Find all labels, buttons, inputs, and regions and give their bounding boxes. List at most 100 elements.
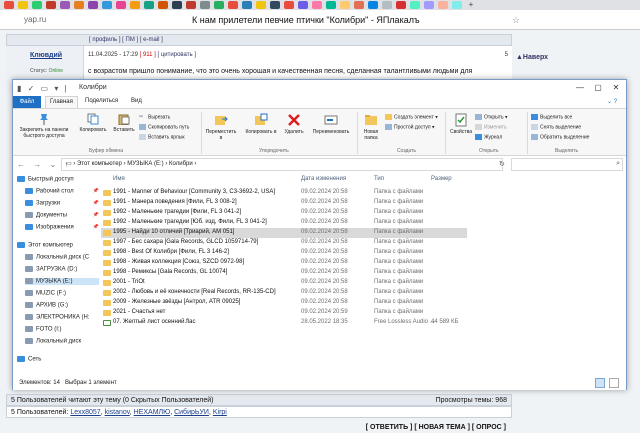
nav-item[interactable]: Изображения 📌: [25, 224, 99, 231]
file-row[interactable]: 2021 - Счастья нет 09.02.2024 20:59 Папка …: [101, 308, 467, 318]
browser-tab[interactable]: [256, 1, 266, 9]
path-breadcrumb[interactable]: ▭ › Этот компьютер › МУЗЫКА (E:) › Колиб…: [61, 158, 503, 171]
nav-item[interactable]: Быстрый доступ: [17, 176, 99, 183]
browser-tab[interactable]: [144, 1, 154, 9]
browser-tab[interactable]: [158, 1, 168, 9]
tab-home[interactable]: Главная: [45, 96, 78, 108]
rename-button[interactable]: Переименовать: [307, 113, 355, 135]
browser-tab[interactable]: [242, 1, 252, 9]
nav-item[interactable]: Загрузки 📌: [25, 200, 99, 207]
file-row[interactable]: 1998 - Ремиксы [Gala Records, GL 10074] 0…: [101, 268, 467, 278]
column-size[interactable]: Размер: [431, 176, 452, 182]
search-input[interactable]: ⌕: [511, 158, 623, 171]
nav-item[interactable]: МУЗЫКА (E:): [25, 278, 99, 285]
tab-file[interactable]: Файл: [13, 96, 41, 108]
browser-tab[interactable]: [4, 1, 14, 9]
address-bar[interactable]: yap.ru К нам прилетели певчие птички "Ко…: [0, 10, 640, 30]
reader-user-link[interactable]: СибирЬУИ: [174, 409, 209, 416]
browser-tab[interactable]: [186, 1, 196, 9]
edit-button[interactable]: Изменить: [475, 124, 507, 130]
post-author-link[interactable]: Клювдий: [30, 52, 62, 59]
invert-selection-button[interactable]: Обратить выделение: [531, 134, 589, 140]
reader-user-link[interactable]: НЕХАМЛЮ: [134, 409, 171, 416]
file-row[interactable]: 1998 - Живая коллекция [Союз, SZCD 0972-…: [101, 258, 467, 268]
browser-tab[interactable]: [410, 1, 420, 9]
browser-tab[interactable]: [88, 1, 98, 9]
file-row[interactable]: 07. Желтый лист осенний.flac 28.05.2022 1…: [101, 318, 467, 328]
breadcrumb-folder[interactable]: Колибри: [169, 161, 193, 167]
nav-item[interactable]: АРХИВ (G:): [25, 302, 99, 309]
new-tab-icon[interactable]: +: [466, 1, 476, 9]
nav-item[interactable]: Локальный диск (C: [25, 254, 99, 261]
easy-access-button[interactable]: Простой доступ ▾: [385, 124, 435, 130]
paste-button[interactable]: Вставить: [111, 113, 137, 133]
properties-button[interactable]: Свойства: [447, 113, 475, 135]
reader-user-link[interactable]: Lexx8057: [70, 409, 100, 416]
tiles-view-icon[interactable]: [609, 378, 619, 388]
topic-action-links[interactable]: [ ОТВЕТИТЬ ] [ НОВАЯ ТЕМА ] [ ОПРОС ]: [366, 424, 506, 431]
breadcrumb-computer[interactable]: Этот компьютер: [77, 161, 122, 167]
file-row[interactable]: 1991 - Manner of Behaviour [Community 3,…: [101, 188, 467, 198]
new-item-button[interactable]: Создать элемент ▾: [385, 114, 438, 120]
quick-access-toolbar[interactable]: ▮ ✓ ▭ ▾ |: [17, 84, 69, 93]
browser-tab[interactable]: [200, 1, 210, 9]
tab-view[interactable]: Вид: [131, 98, 142, 104]
browser-tab[interactable]: [172, 1, 182, 9]
column-type[interactable]: Тип: [374, 176, 384, 182]
quote-link[interactable]: [ цитировать ]: [158, 52, 196, 58]
nav-item[interactable]: FOTO (I:): [25, 326, 99, 333]
file-row[interactable]: 2001 - TriOt 09.02.2024 20:58 Папка с файл…: [101, 278, 467, 288]
nav-item[interactable]: Этот компьютер: [17, 242, 99, 249]
file-row[interactable]: 1997 - Бес сахара [Gala Records, GLCD 10…: [101, 238, 467, 248]
browser-tab[interactable]: [46, 1, 56, 9]
open-button[interactable]: Открыть ▾: [475, 114, 508, 120]
copy-to-button[interactable]: Копировать в: [245, 113, 277, 135]
paste-shortcut-button[interactable]: Вставить ярлык: [139, 134, 185, 140]
history-button[interactable]: Журнал: [475, 134, 502, 140]
close-icon[interactable]: ✕: [609, 82, 623, 94]
select-all-button[interactable]: Выделить все: [531, 114, 572, 120]
help-icon[interactable]: ⌄ ?: [607, 98, 617, 105]
file-row[interactable]: 1992 - Маленькие трагедии [Юб. изд, Фили…: [101, 218, 467, 228]
url-text[interactable]: yap.ru: [24, 15, 46, 24]
browser-tab[interactable]: [228, 1, 238, 9]
browser-tab[interactable]: [438, 1, 448, 9]
back-to-top-link[interactable]: ▲Наверх: [516, 54, 548, 61]
reader-user-link[interactable]: kistanov: [105, 409, 130, 416]
details-view-icon[interactable]: [595, 378, 605, 388]
browser-tab[interactable]: [60, 1, 70, 9]
select-none-button[interactable]: Снять выделение: [531, 124, 581, 130]
nav-item[interactable]: ЭЛЕКТРОНИКА (H:: [25, 314, 99, 321]
browser-tab[interactable]: [18, 1, 28, 9]
file-row[interactable]: 2009 - Железные звёзды [Антрол, ATR 0902…: [101, 298, 467, 308]
explorer-titlebar[interactable]: ▮ ✓ ▭ ▾ | Колибри — ▢ ✕: [13, 80, 626, 96]
copy-button[interactable]: Копировать: [77, 113, 109, 133]
reader-user-link[interactable]: Kirpi: [213, 409, 227, 416]
minimize-icon[interactable]: —: [573, 82, 587, 94]
nav-item[interactable]: Рабочий стол 📌: [25, 188, 99, 195]
browser-tab[interactable]: [452, 1, 462, 9]
file-row[interactable]: 1992 - Маленькие трагедии [Фили, FL 3 04…: [101, 208, 467, 218]
browser-tab[interactable]: [270, 1, 280, 9]
maximize-icon[interactable]: ▢: [591, 82, 605, 94]
file-row[interactable]: 1991 - Манера поведения [Фили, FL 3 008-…: [101, 198, 467, 208]
browser-tab[interactable]: [312, 1, 322, 9]
browser-tab[interactable]: [424, 1, 434, 9]
file-row[interactable]: 1998 - Best Of Колибри [Фили, FL 3 146-2…: [101, 248, 467, 258]
new-folder-button[interactable]: Новая папка: [359, 113, 383, 141]
copy-path-button[interactable]: Скопировать путь: [139, 124, 189, 130]
column-date[interactable]: Дата изменения: [301, 176, 346, 182]
move-to-button[interactable]: Переместить в: [205, 113, 237, 141]
refresh-icon[interactable]: ↻: [499, 160, 505, 168]
bookmark-star-icon[interactable]: ☆: [512, 15, 520, 26]
browser-tab[interactable]: [354, 1, 364, 9]
browser-tab[interactable]: [298, 1, 308, 9]
file-row[interactable]: 1995 - Найди 10 отличий [Триарий, AM 051…: [101, 228, 467, 238]
nav-item[interactable]: Локальный диск: [25, 338, 99, 345]
browser-tab[interactable]: [102, 1, 112, 9]
file-row[interactable]: 2002 - Любовь и её конечности [Real Reco…: [101, 288, 467, 298]
nav-item[interactable]: Сеть: [17, 356, 99, 363]
nav-item[interactable]: MUZIC (F:): [25, 290, 99, 297]
browser-tab[interactable]: [74, 1, 84, 9]
nav-item[interactable]: ЗАГРУЗКА (D:): [25, 266, 99, 273]
